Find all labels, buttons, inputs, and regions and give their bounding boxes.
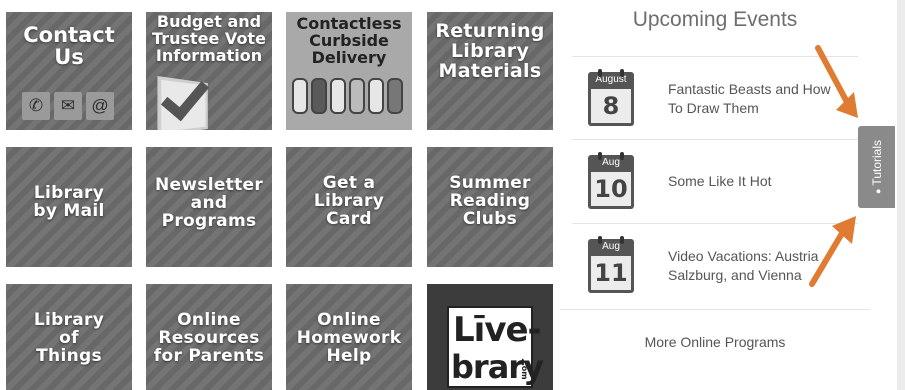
event-item[interactable]: Aug 10 Some Like It Hot	[572, 139, 858, 223]
scrollbar-track[interactable]	[897, 0, 905, 390]
tile-online-homework-help[interactable]: Online Homework Help	[286, 284, 412, 390]
tutorials-tab[interactable]: ● Tutorials	[858, 126, 895, 208]
tile-contact-us[interactable]: Contact Us ✆ ✉ @	[6, 12, 132, 130]
tile-label: Contactless Curbside Delivery	[296, 14, 402, 67]
event-title[interactable]: Some Like It Hot	[668, 172, 838, 190]
tile-label: Get a Library Card	[313, 173, 385, 229]
tile-returning-materials[interactable]: Returning Library Materials	[427, 12, 553, 130]
tile-livebrary[interactable]: Līve- brary .com	[427, 284, 553, 390]
at-sign-icon: @	[86, 92, 114, 120]
event-title[interactable]: Fantastic Beasts and How To Draw Them	[668, 80, 838, 116]
tile-label: Contact Us	[23, 23, 115, 70]
calendar-icon: Aug 10	[588, 151, 634, 209]
event-item[interactable]: August 8 Fantastic Beasts and How To Dra…	[572, 56, 858, 140]
tile-library-of-things[interactable]: Library of Things	[6, 284, 132, 390]
tile-newsletter-programs[interactable]: Newsletter and Programs	[146, 147, 272, 267]
tile-library-card[interactable]: Get a Library Card	[286, 147, 412, 267]
tile-online-resources-parents[interactable]: Online Resources for Parents	[146, 284, 272, 390]
parked-cars-image	[292, 78, 403, 114]
tile-label: Summer Reading Clubs	[449, 173, 531, 229]
phone-icon: ✆	[22, 92, 50, 120]
events-title: Upcoming Events	[632, 8, 798, 31]
tutorials-label: Tutorials	[869, 139, 884, 186]
tile-curbside-delivery[interactable]: Contactless Curbside Delivery	[286, 12, 412, 130]
tile-label: Budget and Trustee Vote Information	[152, 12, 266, 65]
tile-budget-trustee-vote[interactable]: Budget and Trustee Vote Information	[146, 12, 272, 130]
tile-label: Library of Things	[33, 310, 105, 366]
event-item[interactable]: Aug 11 Video Vacations: Austria Salzburg…	[572, 223, 858, 307]
pin-icon: ●	[872, 188, 883, 195]
calendar-icon: Aug 11	[588, 235, 634, 293]
tile-label: Online Resources for Parents	[153, 310, 265, 366]
envelope-icon: ✉	[54, 92, 82, 120]
event-title[interactable]: Video Vacations: Austria Salzburg, and V…	[668, 247, 838, 283]
tile-label: Library by Mail	[33, 183, 105, 221]
more-online-programs-link[interactable]: More Online Programs	[560, 309, 870, 363]
tile-label: Returning Library Materials	[435, 20, 545, 82]
tile-summer-reading[interactable]: Summer Reading Clubs	[427, 147, 553, 267]
tile-label: Online Homework Help	[296, 310, 402, 366]
calendar-icon: August 8	[588, 68, 634, 126]
tile-label: Newsletter and Programs	[154, 175, 264, 231]
tile-library-by-mail[interactable]: Library by Mail	[6, 147, 132, 267]
livebrary-logo: Līve- brary .com	[447, 306, 544, 388]
